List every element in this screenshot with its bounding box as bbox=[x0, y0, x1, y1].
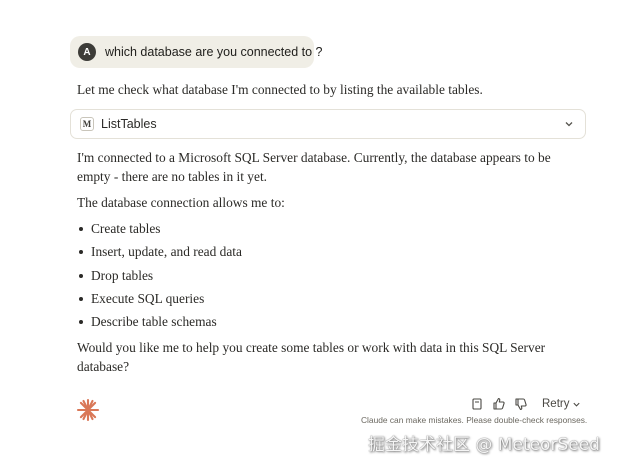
message-actions: Retry bbox=[470, 395, 581, 413]
claude-spark-icon bbox=[76, 398, 100, 422]
disclaimer: Claude can make mistakes. Please double-… bbox=[361, 415, 588, 425]
thumbs-up-icon[interactable] bbox=[492, 397, 506, 411]
list-item: Create tables bbox=[77, 220, 242, 243]
watermark: 掘金技术社区 @ MeteorSeed bbox=[368, 435, 600, 455]
capabilities-list: Create tables Insert, update, and read d… bbox=[77, 220, 242, 336]
user-message: A which database are you connected to ? bbox=[70, 36, 323, 68]
tool-icon: M bbox=[80, 117, 94, 131]
list-item: Drop tables bbox=[77, 267, 242, 290]
copy-icon[interactable] bbox=[470, 397, 484, 411]
thumbs-down-icon[interactable] bbox=[514, 397, 528, 411]
tool-call-listtables[interactable]: M ListTables bbox=[70, 109, 586, 139]
list-item: Execute SQL queries bbox=[77, 290, 242, 313]
retry-button[interactable]: Retry bbox=[542, 398, 581, 410]
user-avatar: A bbox=[78, 43, 96, 61]
tool-label: ListTables bbox=[101, 117, 157, 131]
assistant-result: I'm connected to a Microsoft SQL Server … bbox=[77, 150, 551, 184]
list-item: Describe table schemas bbox=[77, 313, 242, 336]
assistant-closing: Would you like me to help you create som… bbox=[77, 340, 546, 374]
assistant-intro: Let me check what database I'm connected… bbox=[77, 82, 483, 97]
retry-label: Retry bbox=[542, 398, 570, 410]
chevron-down-icon bbox=[573, 402, 581, 407]
user-message-text: which database are you connected to ? bbox=[105, 45, 323, 59]
list-item: Insert, update, and read data bbox=[77, 243, 242, 266]
capabilities-heading: The database connection allows me to: bbox=[77, 195, 285, 210]
chevron-down-icon[interactable] bbox=[563, 118, 575, 130]
